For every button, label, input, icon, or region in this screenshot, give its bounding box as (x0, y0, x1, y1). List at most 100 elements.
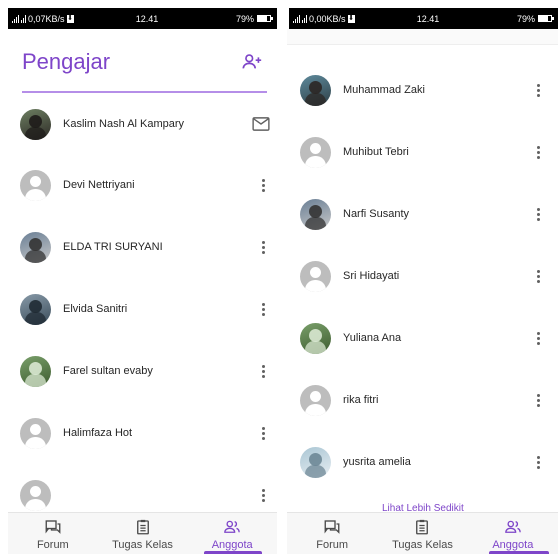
avatar (20, 293, 51, 325)
member-name: Sri Hidayati (343, 270, 400, 282)
bottom-navigation: Forum Tugas Kelas Anggota (287, 512, 558, 554)
section-title: Pengajar (22, 49, 111, 74)
avatar (300, 260, 331, 292)
avatar (300, 136, 331, 168)
member-row[interactable] (20, 475, 270, 515)
member-row[interactable]: Muhammad Zaki (300, 70, 545, 110)
avatar (20, 417, 51, 449)
clock: 12.41 (416, 13, 440, 24)
avatar (20, 169, 51, 201)
member-name: Kaslim Nash Al Kampary (63, 118, 185, 130)
member-name: yusrita amelia (343, 456, 411, 468)
avatar (300, 322, 331, 354)
battery-percent: 79% (516, 13, 535, 24)
member-name: Muhibut Tebri (343, 146, 409, 158)
section-header: Pengajar (8, 29, 277, 93)
avatar (20, 479, 51, 511)
avatar (20, 108, 51, 140)
nav-tasks-label: Tugas Kelas (392, 539, 453, 551)
member-row[interactable]: Elvida Sanitri (20, 289, 270, 329)
network-speed: 0,07KB/s (28, 13, 65, 24)
person-add-icon[interactable] (241, 51, 263, 73)
nav-tasks-label: Tugas Kelas (112, 539, 173, 551)
signal-icon (21, 14, 26, 23)
scrolled-top-edge (287, 29, 558, 45)
avatar (300, 74, 331, 106)
avatar (20, 355, 51, 387)
status-bar: 0,00KB/s ⬇ 12.41 79% (289, 8, 558, 29)
member-row[interactable]: rika fitri (300, 380, 545, 420)
left-screen: 0,07KB/s ⬇ 12.41 79% Pengajar Kaslim Nas… (0, 0, 277, 554)
more-vert-icon[interactable] (531, 329, 545, 347)
member-name: Halimfaza Hot (63, 427, 133, 439)
nav-forum[interactable]: Forum (8, 513, 98, 554)
clock: 12.41 (135, 13, 159, 24)
battery-icon (257, 15, 273, 22)
avatar (300, 384, 331, 416)
member-row[interactable]: yusrita amelia (300, 442, 545, 482)
nav-forum-label: Forum (36, 539, 69, 551)
clipboard-icon (416, 519, 429, 535)
nav-tasks[interactable]: Tugas Kelas (98, 513, 188, 554)
status-bar: 0,07KB/s ⬇ 12.41 79% (8, 8, 277, 29)
network-speed: 0,00KB/s (309, 13, 346, 24)
member-name: Yuliana Ana (343, 332, 402, 344)
teacher-row[interactable]: Kaslim Nash Al Kampary (20, 104, 270, 144)
forum-icon (324, 520, 340, 534)
more-vert-icon[interactable] (256, 486, 270, 504)
nav-members-label: Anggota (492, 539, 534, 551)
nav-tasks[interactable]: Tugas Kelas (377, 513, 467, 554)
avatar (300, 198, 331, 230)
member-name: rika fitri (343, 394, 379, 406)
member-name: ELDA TRI SURYANI (63, 241, 163, 253)
more-vert-icon[interactable] (531, 391, 545, 409)
more-vert-icon[interactable] (531, 205, 545, 223)
avatar (20, 231, 51, 263)
more-vert-icon[interactable] (531, 267, 545, 285)
more-vert-icon[interactable] (256, 300, 270, 318)
more-vert-icon[interactable] (256, 176, 270, 194)
more-vert-icon[interactable] (256, 424, 270, 442)
member-row[interactable]: Sri Hidayati (300, 256, 545, 296)
section-divider (22, 91, 267, 93)
more-vert-icon[interactable] (256, 362, 270, 380)
battery-fill (258, 16, 268, 21)
nav-members[interactable]: Anggota (187, 513, 277, 554)
download-icon: ⬇ (66, 14, 74, 23)
member-row[interactable]: ELDA TRI SURYANI (20, 227, 270, 267)
more-vert-icon[interactable] (256, 238, 270, 256)
mail-icon[interactable] (252, 117, 270, 131)
signal-icon (12, 14, 19, 23)
battery-percent: 79% (235, 13, 254, 24)
signal-icon (302, 14, 307, 23)
forum-icon (45, 520, 61, 534)
nav-forum[interactable]: Forum (287, 513, 377, 554)
right-screen: 0,00KB/s ⬇ 12.41 79% Muhammad Zaki Muhibu… (287, 0, 558, 554)
people-icon (505, 520, 521, 533)
member-row[interactable]: Narfi Susanty (300, 194, 545, 234)
member-row[interactable]: Halimfaza Hot (20, 413, 270, 453)
signal-icon (293, 14, 300, 23)
member-name: Elvida Sanitri (63, 303, 128, 315)
member-name: Narfi Susanty (343, 208, 410, 220)
member-row[interactable]: Muhibut Tebri (300, 132, 545, 172)
nav-members[interactable]: Anggota (468, 513, 558, 554)
screen-gap (277, 0, 287, 554)
member-name: Muhammad Zaki (343, 84, 425, 96)
nav-forum-label: Forum (316, 539, 349, 551)
battery-fill (539, 16, 549, 21)
more-vert-icon[interactable] (531, 453, 545, 471)
battery-icon (538, 15, 554, 22)
people-icon (224, 520, 240, 533)
member-row[interactable]: Yuliana Ana (300, 318, 545, 358)
member-name: Farel sultan evaby (63, 365, 153, 377)
member-row[interactable]: Devi Nettriyani (20, 165, 270, 205)
more-vert-icon[interactable] (531, 143, 545, 161)
member-row[interactable]: Farel sultan evaby (20, 351, 270, 391)
nav-members-label: Anggota (211, 539, 253, 551)
avatar (300, 446, 331, 478)
clipboard-icon (136, 519, 149, 535)
more-vert-icon[interactable] (531, 81, 545, 99)
bottom-navigation: Forum Tugas Kelas Anggota (8, 512, 277, 554)
download-icon: ⬇ (347, 14, 355, 23)
